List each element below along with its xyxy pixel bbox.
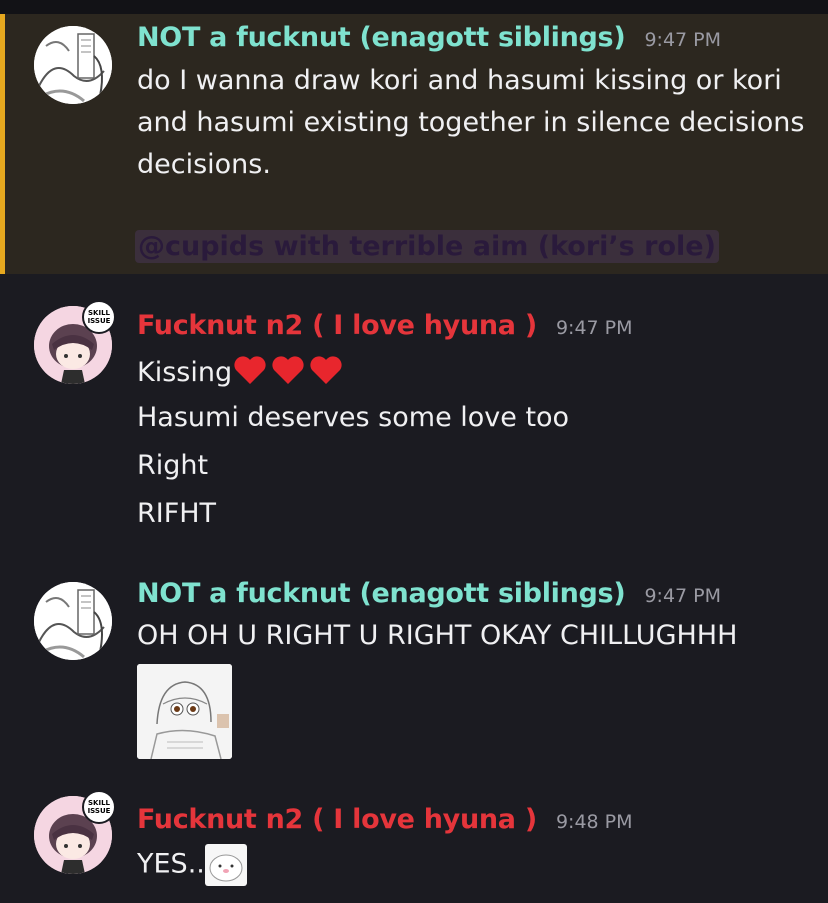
skill-issue-badge-icon: SKILL ISSUE (82, 300, 116, 334)
avatar-manga-icon[interactable] (34, 26, 112, 104)
timestamp: 9:47 PM (644, 585, 722, 607)
message-line-text: YES.. (137, 848, 205, 880)
message-line: Right (137, 450, 209, 481)
author-name[interactable]: NOT a fucknut (enagott siblings) (137, 578, 626, 609)
message-line: Kissing (137, 352, 352, 395)
svg-text:ISSUE: ISSUE (88, 807, 111, 815)
author-name[interactable]: Fucknut n2 ( I love hyuna ) (137, 804, 537, 835)
message-line: YES.. (137, 844, 247, 886)
timestamp: 9:47 PM (555, 317, 633, 339)
mention-indicator-bar (0, 14, 5, 274)
message: SKILL ISSUE Fucknut n2 ( I love hyuna ) … (0, 780, 828, 903)
message: SKILL ISSUE Fucknut n2 ( I love hyuna ) … (0, 290, 828, 550)
message-line: Hasumi deserves some love too (137, 402, 570, 433)
heart-emoji-icon (232, 352, 352, 395)
sketch-attachment-icon[interactable] (137, 664, 232, 759)
message-header: Fucknut n2 ( I love hyuna ) 9:48 PM (137, 804, 633, 835)
message-line: RIFHT (137, 498, 217, 529)
svg-text:SKILL: SKILL (88, 799, 111, 807)
skill-issue-badge-icon: SKILL ISSUE (82, 790, 116, 824)
message-text: do I wanna draw kori and hasumi kissing … (137, 65, 805, 180)
role-mention[interactable]: @cupids with terrible aim (kori’s role) (135, 230, 719, 263)
timestamp: 9:48 PM (555, 811, 633, 833)
top-edge (0, 0, 828, 14)
message-mention: NOT a fucknut (enagott siblings) 9:47 PM… (0, 14, 828, 274)
message-line-text: Kissing (137, 357, 233, 388)
avatar-manga-icon[interactable] (34, 582, 112, 660)
svg-text:SKILL: SKILL (88, 309, 111, 317)
svg-text:ISSUE: ISSUE (88, 317, 111, 325)
message: NOT a fucknut (enagott siblings) 9:47 PM… (0, 570, 828, 770)
timestamp: 9:47 PM (644, 29, 722, 51)
author-name[interactable]: NOT a fucknut (enagott siblings) (137, 22, 626, 53)
message-header: NOT a fucknut (enagott siblings) 9:47 PM (137, 578, 721, 609)
message-header: NOT a fucknut (enagott siblings) 9:47 PM (137, 22, 721, 53)
sticker-emoji-icon[interactable] (204, 844, 247, 886)
message-text: OH OH U RIGHT U RIGHT OKAY CHILLUGHHH (137, 620, 738, 651)
message-header: Fucknut n2 ( I love hyuna ) 9:47 PM (137, 310, 633, 341)
author-name[interactable]: Fucknut n2 ( I love hyuna ) (137, 310, 537, 341)
